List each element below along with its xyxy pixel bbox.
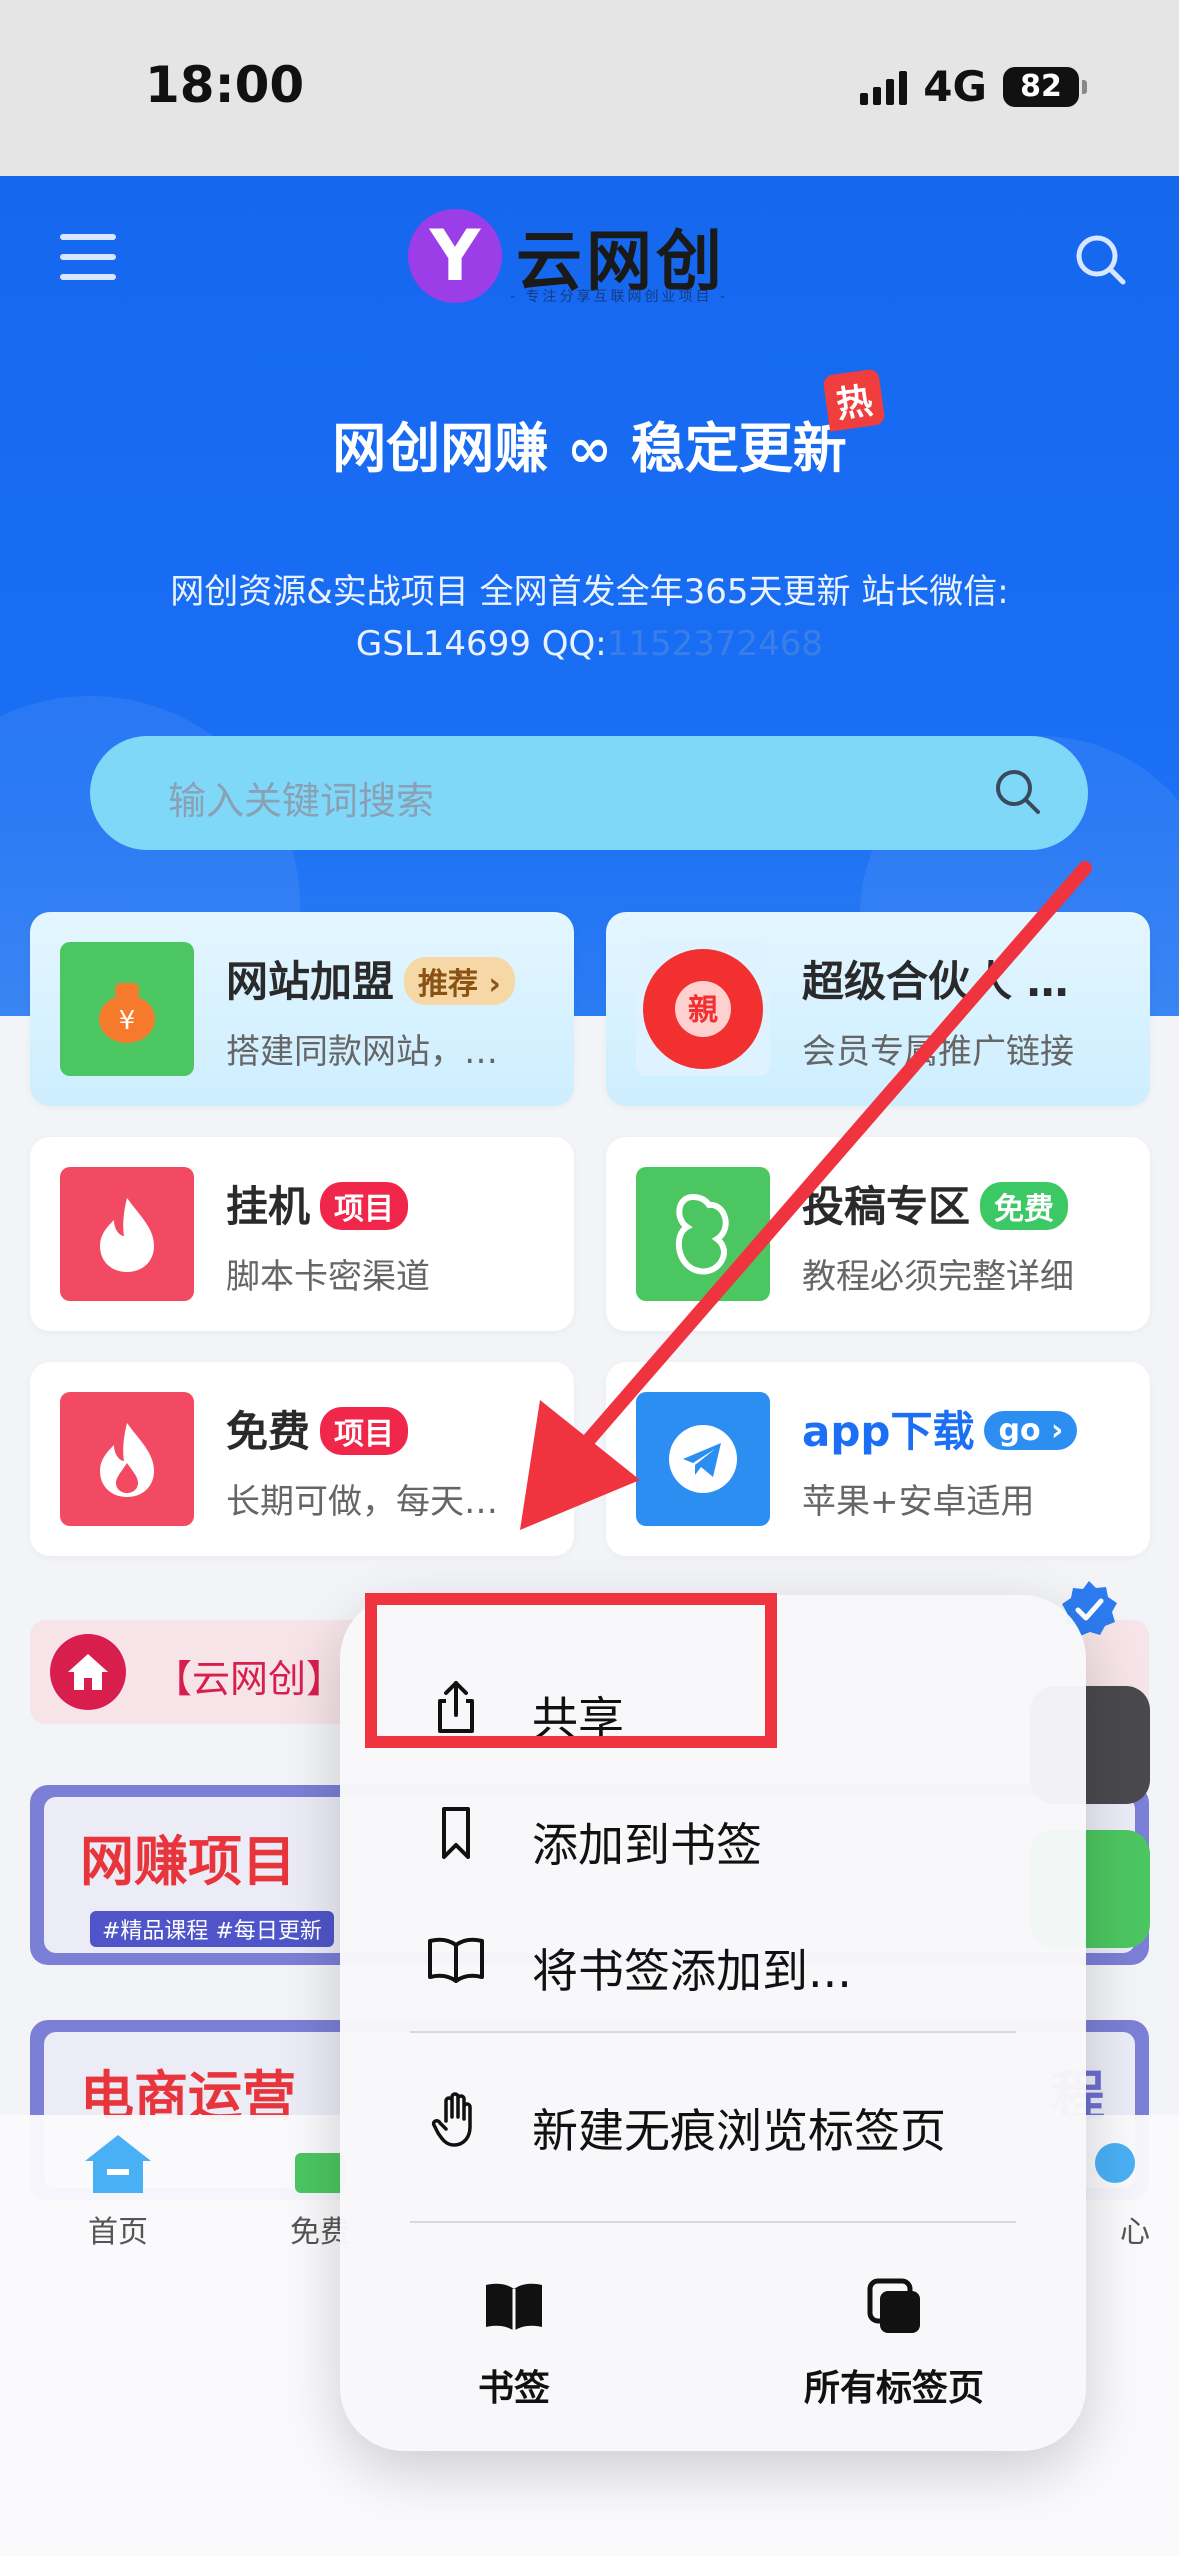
banner-tags: #精品课程 #每日更新 (90, 1911, 334, 1947)
search-icon[interactable] (992, 766, 1044, 818)
home-icon (85, 2135, 151, 2193)
card-site-join[interactable]: ¥ 网站加盟 推荐 › 搭建同款网站，… (30, 912, 574, 1106)
fire-icon (60, 1167, 194, 1301)
red-packet-icon: 親 (636, 942, 770, 1076)
menu-item-add-bookmark[interactable]: 添加到书签 (340, 1773, 1086, 1893)
card-subtitle: 苹果+安卓适用 (802, 1482, 1035, 1522)
card-title: 超级合伙人 … (802, 957, 1069, 1006)
search-placeholder: 输入关键词搜索 (168, 779, 435, 823)
card-subtitle: 教程必须完整详细 (802, 1257, 1074, 1297)
svg-text:¥: ¥ (119, 1006, 136, 1036)
menu-bookmarks-button[interactable]: 书签 (389, 2275, 639, 2411)
tab-home[interactable]: 首页 (38, 2133, 198, 2251)
share-highlight-box (365, 1593, 777, 1748)
hero-description: 网创资源&实战项目 全网首发全年365天更新 站长微信: GSL14699 QQ… (100, 566, 1079, 670)
user-center-icon (1095, 2143, 1135, 2183)
card-submission[interactable]: 投稿专区 免费 教程必须完整详细 (606, 1137, 1150, 1331)
menu-item-label: 将书签添加到... (532, 1944, 852, 1998)
hero-title: 网创网赚 ∞ 稳定更新 (332, 417, 847, 480)
card-title: app下载 go › (802, 1398, 1078, 1459)
home-icon (50, 1634, 126, 1710)
card-title: 网站加盟 推荐 › (226, 948, 515, 1009)
card-subtitle: 会员专属推广链接 (802, 1032, 1074, 1072)
menu-item-add-bookmark-to[interactable]: 将书签添加到... (340, 1899, 1086, 2019)
hero-header: Y 云网创 - 专注分享互联网创业项目 - 网创网赚 ∞ 稳定更新 热 网创资源… (0, 176, 1179, 1016)
menu-all-tabs-button[interactable]: 所有标签页 (754, 2275, 1034, 2411)
free-tag: 免费 (980, 1181, 1069, 1230)
fire-icon (60, 1392, 194, 1526)
card-subtitle: 搭建同款网站，… (226, 1032, 498, 1072)
project-tag: 项目 (320, 1181, 409, 1230)
search-input[interactable]: 输入关键词搜索 (90, 736, 1088, 850)
banner-title: 网赚项目 (80, 1830, 296, 1893)
menu-separator (410, 2221, 1016, 2223)
card-super-partner[interactable]: 親 超级合伙人 … 会员专属推广链接 (606, 912, 1150, 1106)
project-tag: 项目 (320, 1406, 409, 1455)
contact-wechat: GSL14699 QQ: (355, 624, 607, 664)
tabs-icon (867, 2278, 920, 2333)
card-title: 投稿专区 免费 (802, 1173, 1069, 1234)
notice-text: 【云网创】 (154, 1657, 345, 1701)
signal-icon (860, 69, 908, 105)
hero-description-line2: GSL14699 QQ:1152372468 (100, 618, 1079, 670)
money-bag-icon: ¥ (60, 942, 194, 1076)
network-type: 4G (923, 62, 987, 111)
status-time: 18:00 (145, 56, 305, 114)
tab-label: 首页 (88, 2215, 148, 2250)
battery-icon: 82 (1003, 66, 1087, 107)
menu-item-label: 添加到书签 (532, 1818, 762, 1872)
book-icon (486, 2283, 542, 2331)
status-right: 4G 82 (860, 62, 1087, 111)
book-open-icon (428, 1937, 484, 1983)
card-title: 免费 项目 (226, 1398, 409, 1459)
menu-icon[interactable] (60, 234, 116, 280)
bookmark-icon (442, 1807, 470, 1859)
card-subtitle: 长期可做，每天… (226, 1482, 498, 1522)
telegram-icon (636, 1392, 770, 1526)
hot-badge: 热 (822, 368, 886, 432)
status-bar: 18:00 4G 82 (0, 0, 1179, 176)
hand-icon (431, 2092, 472, 2147)
cloud-icon (636, 1167, 770, 1301)
go-tag: go › (984, 1411, 1078, 1450)
hero-description-line1: 网创资源&实战项目 全网首发全年365天更新 站长微信: (170, 572, 1009, 612)
recommend-tag: 推荐 › (404, 956, 515, 1005)
card-subtitle: 脚本卡密渠道 (226, 1257, 430, 1297)
logo-subtitle: - 专注分享互联网创业项目 - (510, 289, 729, 305)
card-hangup[interactable]: 挂机 项目 脚本卡密渠道 (30, 1137, 574, 1331)
menu-item-private-tab[interactable]: 新建无痕浏览标签页 (340, 2059, 1086, 2179)
logo-mark: Y (408, 209, 502, 303)
menu-bookmarks-label: 书签 (477, 2368, 550, 2409)
contact-qq: 1152372468 (606, 624, 824, 664)
search-icon[interactable] (1073, 232, 1129, 288)
menu-item-label: 新建无痕浏览标签页 (532, 2104, 946, 2158)
red-packet-text: 親 (688, 993, 718, 1028)
card-free-project[interactable]: 免费 项目 长期可做，每天… (30, 1362, 574, 1556)
card-app-download[interactable]: app下载 go › 苹果+安卓适用 (606, 1362, 1150, 1556)
menu-separator (410, 2031, 1016, 2033)
card-title: 挂机 项目 (226, 1173, 409, 1234)
menu-all-tabs-label: 所有标签页 (803, 2368, 984, 2409)
